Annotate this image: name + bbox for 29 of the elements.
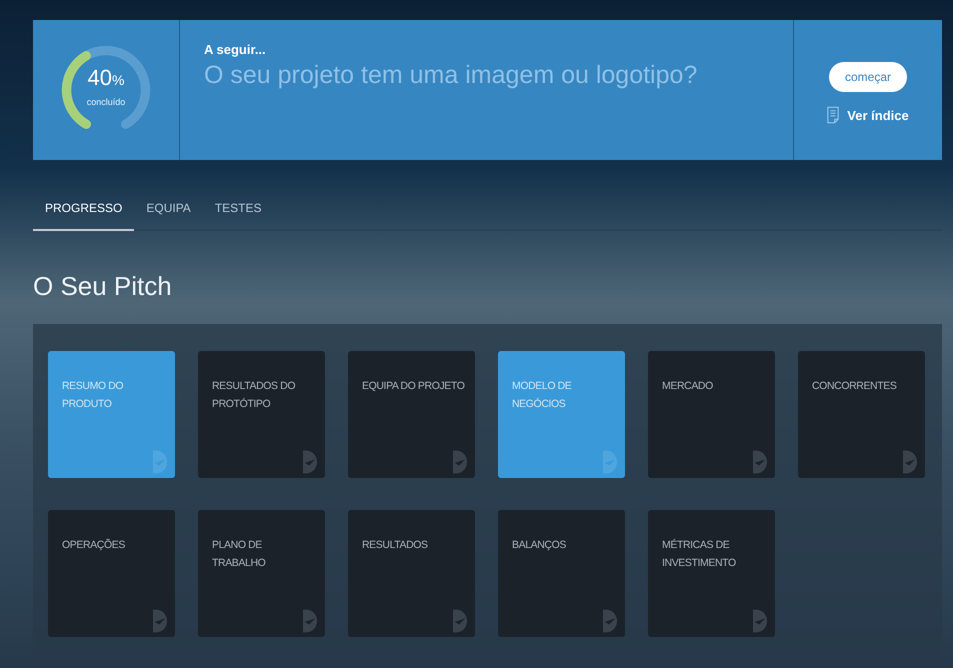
section-card[interactable]: RESULTADOS DO PROTÓTIPO [198, 351, 325, 478]
plane-icon [903, 450, 917, 474]
percent-value: 40% [88, 65, 124, 91]
tab[interactable]: PROGRESSO [33, 180, 134, 231]
section-card[interactable]: OPERAÇÕES [48, 510, 175, 637]
section-card[interactable]: EQUIPA DO PROJETO [348, 351, 475, 478]
section-card[interactable]: PLANO DE TRABALHO [198, 510, 325, 637]
tab[interactable]: TESTES [202, 180, 274, 231]
plane-icon [153, 609, 167, 633]
plane-icon [753, 609, 767, 633]
section-card[interactable]: CONCORRENTES [798, 351, 925, 478]
plane-icon [753, 450, 767, 474]
next-label: A seguir... [204, 42, 267, 57]
plane-icon [303, 609, 317, 633]
plane-icon [603, 609, 617, 633]
next-question: O seu projeto tem uma imagem ou logotipo? [204, 61, 698, 90]
index-link[interactable]: Ver índice [827, 106, 909, 124]
tab[interactable]: EQUIPA [134, 180, 203, 231]
progress-caption: concluído [86, 97, 126, 107]
page-title: O Seu Pitch [33, 271, 173, 302]
section-card[interactable]: MERCADO [648, 351, 775, 478]
section-card[interactable]: MÉTRICAS DE INVESTIMENTO [648, 510, 775, 637]
document-icon [827, 106, 840, 124]
section-card[interactable]: RESULTADOS [348, 510, 475, 637]
start-button[interactable]: começar [828, 62, 907, 92]
plane-icon [303, 450, 317, 474]
plane-icon [453, 609, 467, 633]
section-card[interactable]: BALANÇOS [498, 510, 625, 637]
plane-icon [453, 450, 467, 474]
